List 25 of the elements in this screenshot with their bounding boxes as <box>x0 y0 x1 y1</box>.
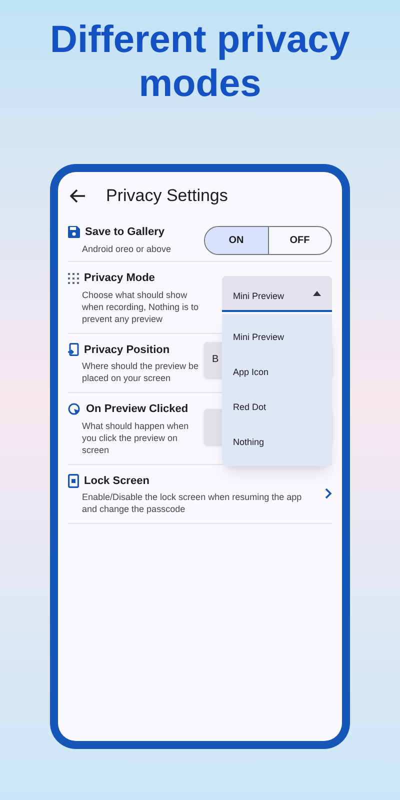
dropdown-field[interactable]: Mini Preview <box>222 276 332 312</box>
back-icon[interactable] <box>70 189 86 203</box>
setting-title: Privacy Mode <box>84 271 155 286</box>
screen-title: Privacy Settings <box>106 185 228 208</box>
setting-description: What should happen when you click the preview on screen <box>82 420 190 456</box>
setting-title: Privacy Position <box>84 342 170 358</box>
setting-title: Save to Gallery <box>85 225 164 240</box>
cursor-click-icon <box>68 402 81 416</box>
setting-description: Choose what should show when recording, Nothing is to prevent any preview <box>82 288 200 324</box>
setting-title: On Preview Clicked <box>86 402 188 417</box>
menu-item[interactable]: App Icon <box>222 355 332 390</box>
caret-up-icon <box>313 290 321 296</box>
segment-button[interactable]: ON <box>205 227 268 254</box>
chevron-right-icon[interactable] <box>325 488 332 500</box>
setting-title: Lock Screen <box>84 474 150 488</box>
headline: Different privacy modes <box>49 18 351 106</box>
setting-description: Where should the preview be placed on your screen <box>82 360 200 384</box>
menu-item[interactable]: Red Dot <box>222 390 332 425</box>
phone-lock-icon <box>68 474 79 488</box>
menu-item[interactable]: Nothing <box>222 425 332 460</box>
segment-button[interactable]: OFF <box>268 227 331 254</box>
grid-icon <box>68 272 79 284</box>
menu-item[interactable]: Mini Preview <box>222 320 332 355</box>
setting-description: Enable/Disable the lock screen when resuming the app and change the passcode <box>82 491 303 515</box>
setting-description: Android oreo or above <box>82 242 172 254</box>
